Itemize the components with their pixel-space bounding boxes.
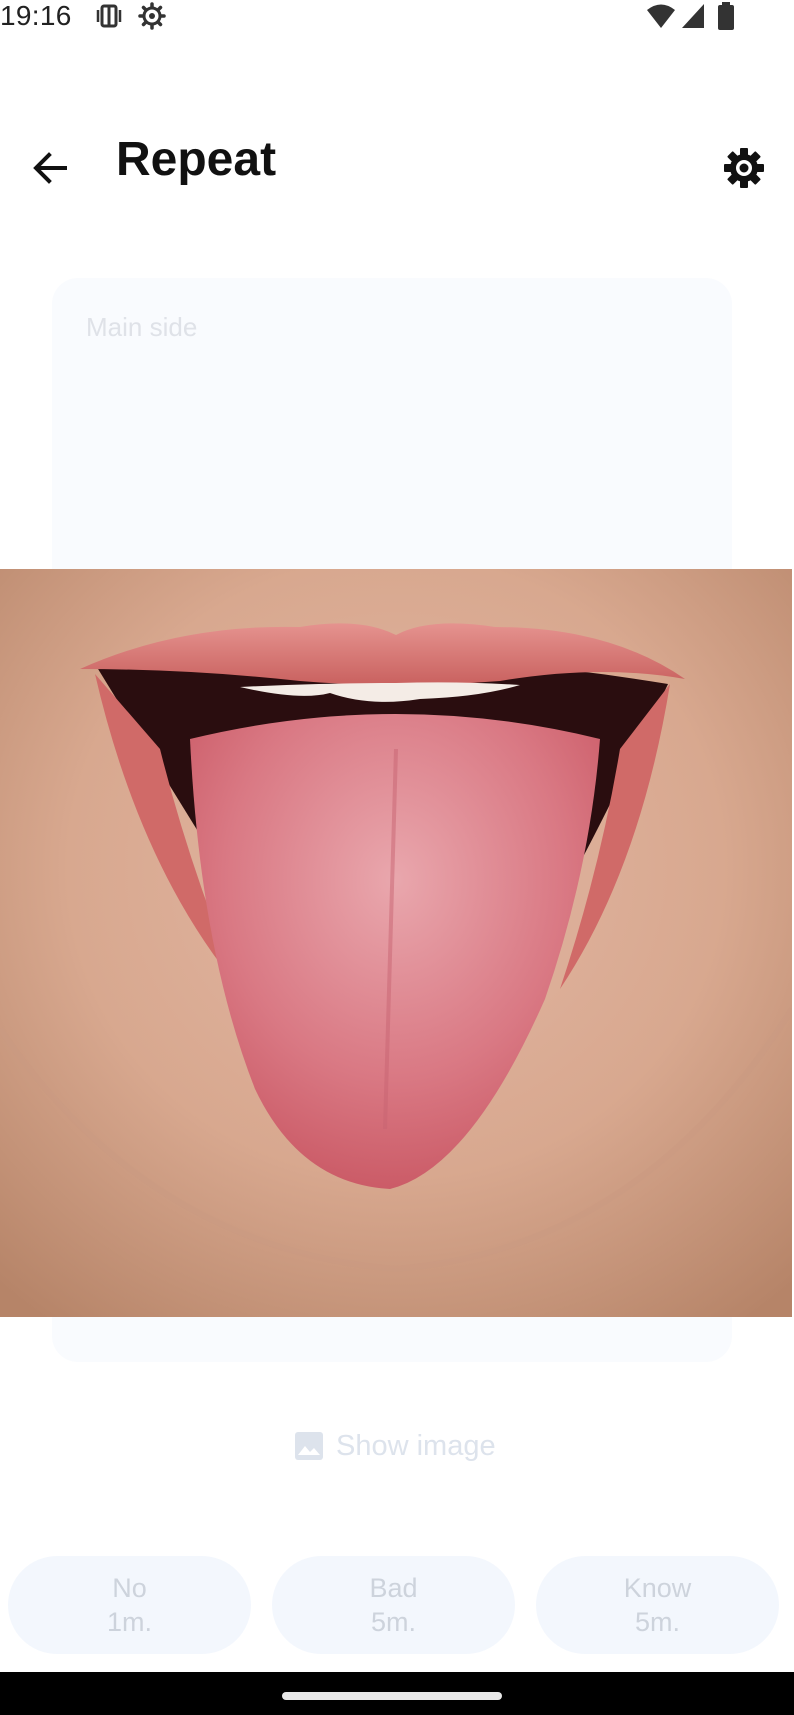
gear-icon [724, 148, 764, 188]
show-image-button[interactable]: Show image [294, 1424, 496, 1468]
page-title: Repeat [116, 133, 277, 186]
answer-interval: 5m. [634, 1607, 680, 1637]
status-bar: 19:16 [0, 0, 794, 34]
image-icon [295, 1432, 323, 1460]
answer-title: No [112, 1573, 147, 1603]
arrow-left-icon [33, 152, 67, 184]
app-bar: Repeat [0, 110, 794, 210]
system-settings-icon [138, 2, 166, 30]
settings-button[interactable] [716, 140, 772, 196]
answer-interval: 5m. [370, 1607, 416, 1637]
vibrate-icon [96, 4, 122, 28]
wifi-icon [647, 4, 675, 28]
answer-title: Bad [369, 1573, 418, 1603]
show-image-label: Show image [336, 1429, 496, 1462]
navigation-bar [0, 1672, 794, 1715]
card-side-label: Main side [86, 312, 198, 342]
answer-interval: 1m. [106, 1607, 152, 1637]
battery-icon [718, 2, 734, 30]
answer-button-no[interactable]: No 1m. [8, 1556, 251, 1654]
answer-title: Know [623, 1573, 692, 1603]
answer-button-know[interactable]: Know 5m. [536, 1556, 779, 1654]
home-gesture-handle[interactable] [282, 1692, 502, 1700]
cellular-signal-icon [682, 4, 704, 28]
answer-button-bad[interactable]: Bad 5m. [272, 1556, 515, 1654]
back-button[interactable] [22, 140, 78, 196]
card-image [0, 569, 792, 1317]
status-time: 19:16 [0, 0, 72, 31]
